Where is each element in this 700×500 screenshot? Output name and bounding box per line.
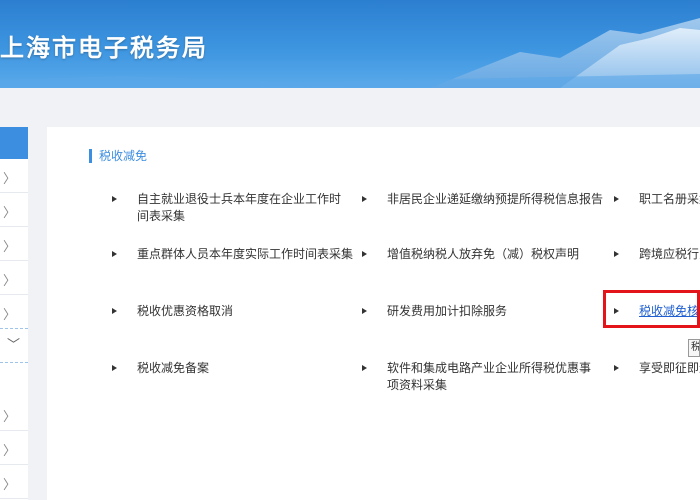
bullet-icon xyxy=(362,365,367,371)
sidebar-item[interactable]: 〉 xyxy=(0,261,28,295)
service-item[interactable]: 研发费用加计扣除服务 xyxy=(362,303,602,323)
service-label: 享受即征即退 xyxy=(639,361,700,375)
bullet-icon xyxy=(362,308,367,314)
tooltip: 税 xyxy=(688,339,700,357)
service-label: 软件和集成电路产业企业所得税优惠事项资料采集 xyxy=(387,361,592,392)
chevron-right-icon: 〉 xyxy=(2,478,16,493)
chevron-right-icon: 〉 xyxy=(2,274,16,289)
chevron-right-icon: 〉 xyxy=(2,308,16,323)
service-label: 职工名册采集 xyxy=(639,192,700,206)
service-label: 税收优惠资格取消 xyxy=(137,304,234,318)
bullet-icon xyxy=(112,251,117,257)
sidebar-item[interactable]: 〉 xyxy=(0,295,28,329)
sidebar-item[interactable]: 〉 xyxy=(0,227,28,261)
service-label: 非居民企业递延缴纳预提所得税信息报告 xyxy=(387,192,604,206)
service-item[interactable]: 软件和集成电路产业企业所得税优惠事项资料采集 xyxy=(362,360,602,396)
service-item[interactable]: 享受即征即退 xyxy=(614,360,700,380)
sidebar-item-active[interactable] xyxy=(0,127,28,159)
service-label: 研发费用加计扣除服务 xyxy=(387,304,508,318)
sidebar-item[interactable]: 〉 xyxy=(0,159,28,193)
chevron-right-icon: 〉 xyxy=(2,172,16,187)
service-item[interactable]: 职工名册采集 xyxy=(614,191,700,211)
service-item[interactable]: 重点群体人员本年度实际工作时间表采集 xyxy=(112,246,354,266)
section-marker xyxy=(89,149,92,163)
highlight-box xyxy=(603,290,700,328)
bullet-icon xyxy=(112,365,117,371)
service-item[interactable]: 增值税纳税人放弃免（减）税权声明 xyxy=(362,246,602,266)
service-item[interactable]: 税收优惠资格取消 xyxy=(112,303,352,323)
sidebar-item[interactable]: 〉 xyxy=(0,397,28,431)
sidebar-item[interactable]: 〉 xyxy=(0,193,28,227)
bullet-icon xyxy=(614,251,619,257)
service-label: 跨境应税行为 xyxy=(639,247,700,261)
chevron-down-icon: ﹀ xyxy=(6,338,20,353)
chevron-right-icon: 〉 xyxy=(2,444,16,459)
bullet-icon xyxy=(112,308,117,314)
header-banner: 上海市电子税务局 xyxy=(0,0,700,88)
service-item[interactable]: 跨境应税行为 xyxy=(614,246,700,266)
sidebar-item[interactable]: 〉 xyxy=(0,431,28,465)
service-label: 重点群体人员本年度实际工作时间表采集 xyxy=(137,247,354,261)
sidebar-item[interactable]: 〉 xyxy=(0,465,28,499)
bullet-icon xyxy=(112,196,117,202)
bullet-icon xyxy=(614,365,619,371)
chevron-right-icon: 〉 xyxy=(2,240,16,255)
service-item[interactable]: 非居民企业递延缴纳预提所得税信息报告 xyxy=(362,191,604,211)
service-label: 自主就业退役士兵本年度在企业工作时间表采集 xyxy=(137,192,342,223)
chevron-right-icon: 〉 xyxy=(2,410,16,425)
service-label: 税收减免备案 xyxy=(137,361,210,375)
service-item[interactable]: 自主就业退役士兵本年度在企业工作时间表采集 xyxy=(112,191,352,227)
sidebar: 〉 〉 〉 〉 〉 ﹀ 〉 〉 〉 xyxy=(0,127,28,500)
service-item[interactable]: 税收减免备案 xyxy=(112,360,352,380)
service-label: 增值税纳税人放弃免（减）税权声明 xyxy=(387,247,580,261)
bullet-icon xyxy=(362,251,367,257)
bullet-icon xyxy=(614,196,619,202)
bullet-icon xyxy=(362,196,367,202)
section-title: 税收减免 xyxy=(99,149,148,163)
sidebar-item-expanded[interactable]: ﹀ xyxy=(0,329,28,363)
chevron-right-icon: 〉 xyxy=(2,206,16,221)
site-title: 上海市电子税务局 xyxy=(0,34,208,62)
